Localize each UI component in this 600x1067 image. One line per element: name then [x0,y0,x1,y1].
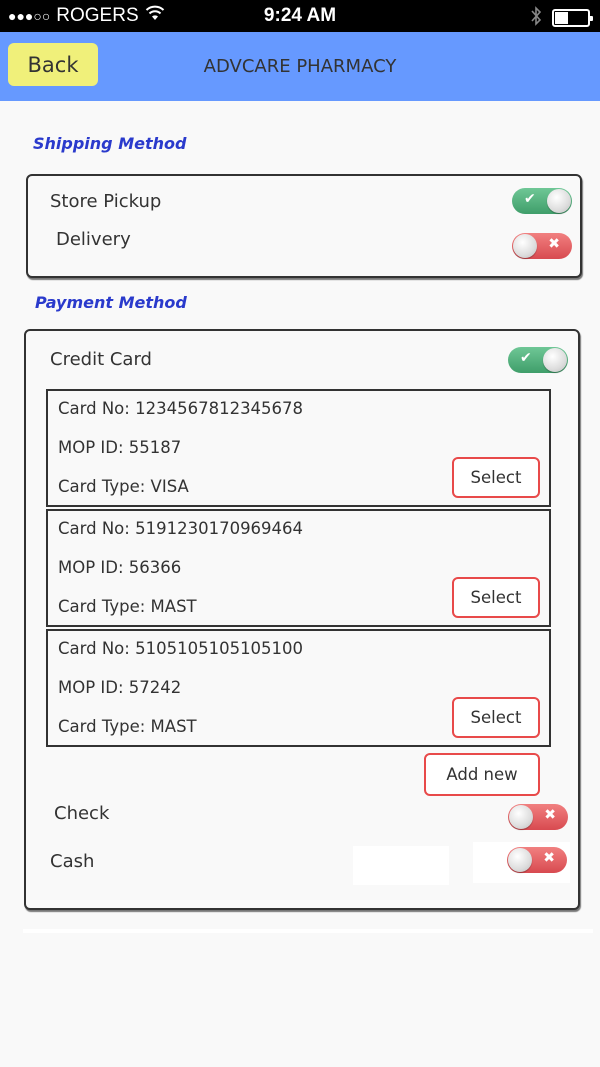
store-pickup-toggle[interactable]: ✔ [512,188,572,214]
toggle-knob [509,805,533,829]
card-type: Card Type: MAST [58,717,197,736]
credit-card-item: Card No: 5191230170969464 MOP ID: 56366 … [46,509,551,627]
card-number: Card No: 5191230170969464 [58,519,304,538]
divider [23,929,593,933]
credit-card-toggle[interactable]: ✔ [508,347,568,373]
store-pickup-label: Store Pickup [50,191,162,212]
blank-field [353,846,449,885]
delivery-toggle[interactable]: ✖ [512,233,572,259]
credit-card-item: Card No: 1234567812345678 MOP ID: 55187 … [46,389,551,507]
checkmark-icon: ✔ [520,350,532,366]
status-bar: ●●●○○ ROGERS 9:24 AM [0,0,600,32]
cash-label: Cash [50,851,95,872]
toggle-knob [543,348,567,372]
battery-level [555,12,568,24]
delivery-label: Delivery [56,229,131,250]
select-card-button[interactable]: Select [452,457,540,498]
check-toggle[interactable]: ✖ [508,804,568,830]
mop-id: MOP ID: 57242 [58,678,182,697]
x-icon: ✖ [544,807,556,823]
cash-toggle[interactable]: ✖ [507,847,567,873]
shipping-method-panel: Store Pickup ✔ Delivery ✖ [26,174,582,278]
clock: 9:24 AM [263,5,337,26]
credit-card-item: Card No: 5105105105105100 MOP ID: 57242 … [46,629,551,747]
app-header: Back ADVCARE PHARMACY [0,32,600,101]
card-number: Card No: 1234567812345678 [58,399,304,418]
card-number: Card No: 5105105105105100 [58,639,304,658]
x-icon: ✖ [548,236,560,252]
shipping-method-heading: Shipping Method [33,134,187,153]
toggle-knob [547,189,571,213]
page-title: ADVCARE PHARMACY [203,56,397,77]
credit-card-label: Credit Card [50,349,152,370]
bluetooth-icon [530,6,542,30]
select-card-button[interactable]: Select [452,577,540,618]
toggle-knob [508,848,532,872]
mop-id: MOP ID: 55187 [58,438,182,457]
card-type: Card Type: MAST [58,597,197,616]
checkmark-icon: ✔ [524,191,536,207]
payment-method-heading: Payment Method [35,293,187,312]
select-card-button[interactable]: Select [452,697,540,738]
x-icon: ✖ [543,850,555,866]
mop-id: MOP ID: 56366 [58,558,182,577]
check-label: Check [54,803,110,824]
battery-icon [552,9,593,27]
card-type: Card Type: VISA [58,477,189,496]
add-new-card-button[interactable]: Add new [424,753,540,796]
toggle-knob [513,234,537,258]
